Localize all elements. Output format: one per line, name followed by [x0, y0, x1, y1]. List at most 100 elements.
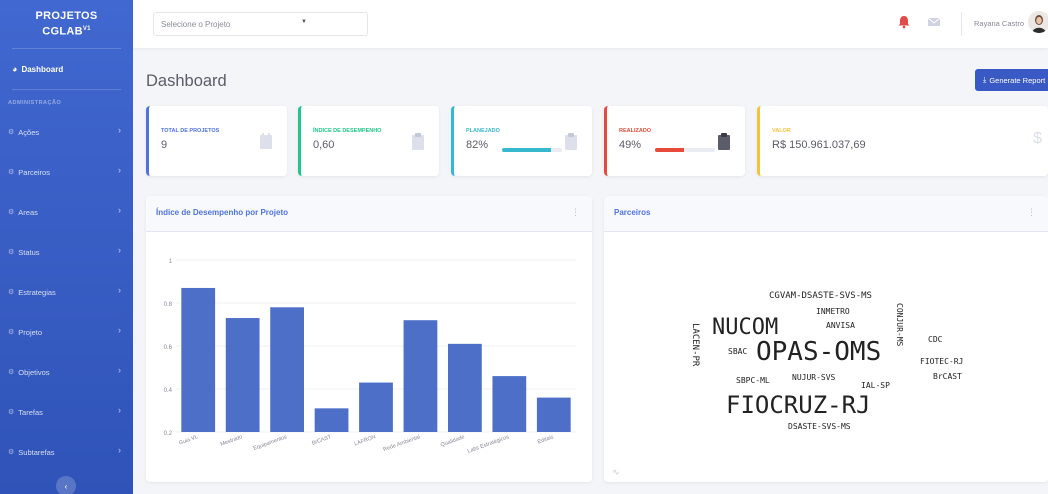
brand-logo[interactable]: PROJETOS CGLABV1 [0, 0, 133, 48]
x-tick-label: Rede Ambiental [383, 434, 422, 453]
panel-header: Índice de Desempenho por Projeto ⋮ [146, 196, 592, 232]
stat-label: VALOR [772, 128, 791, 134]
chevron-right-icon: › [118, 325, 121, 335]
generate-report-label: Generate Report [989, 75, 1046, 85]
sidebar-item-label: Parceiros [18, 167, 50, 177]
stat-value: 82% [466, 139, 489, 151]
partner-word: SBPC-ML [736, 376, 770, 385]
gear-icon: ⚙ [8, 169, 15, 176]
clipboard-icon [412, 133, 424, 150]
sidebar-item-subtarefas[interactable]: ⚙ Subtarefas › [0, 432, 133, 472]
sidebar-item-objetivos[interactable]: ⚙ Objetivos › [0, 352, 133, 392]
gear-icon: ⚙ [8, 249, 15, 256]
wave-icon: ∿ [612, 467, 620, 477]
bar[interactable] [492, 376, 527, 432]
partner-word: INMETRO [816, 307, 850, 316]
y-tick-label: 1 [169, 259, 173, 265]
stat-card-planejado: PLANEJADO 82% [451, 106, 592, 176]
user-name[interactable]: Rayana Castro [974, 19, 1024, 28]
progress-fill [502, 148, 552, 152]
stat-label: TOTAL DE PROJETOS [161, 128, 220, 134]
bar[interactable] [181, 287, 216, 432]
x-tick-label: Guia VL [178, 434, 199, 446]
stat-label: ÍNDICE DE DESEMPENHO [313, 128, 382, 134]
partner-word: IAL-SP [861, 381, 890, 390]
sidebar-item-projeto[interactable]: ⚙ Projeto › [0, 312, 133, 352]
y-tick-label: 0.2 [164, 431, 173, 437]
chevron-right-icon: › [118, 245, 121, 255]
gear-icon: ⚙ [8, 329, 15, 336]
progress-bar-planejado [502, 148, 562, 152]
sidebar-item-dashboard[interactable]: ◕ Dashboard [0, 49, 133, 89]
y-tick-label: 0.8 [164, 302, 173, 308]
chevron-right-icon: › [118, 285, 121, 295]
sidebar-item-label: Estrategias [18, 287, 56, 297]
gear-icon: ⚙ [8, 409, 15, 416]
stat-value: R$ 150.961.037,69 [772, 139, 866, 151]
sidebar-item-label: Dashboard [21, 64, 64, 74]
bar[interactable] [270, 307, 304, 432]
chevron-right-icon: › [118, 445, 121, 455]
stat-card-indice-desempenho: ÍNDICE DE DESEMPENHO 0,60 [298, 106, 439, 176]
caret-down-icon: ▼ [301, 19, 307, 25]
partner-word: LACEN-PR [690, 323, 700, 367]
y-tick-label: 0.6 [164, 345, 173, 351]
stat-card-realizado: REALIZADO 49% [604, 106, 745, 176]
sidebar-toggle-button[interactable]: ‹ [56, 476, 76, 494]
sidebar-heading: ADMINISTRAÇÃO [8, 100, 62, 106]
sidebar-item-status[interactable]: ⚙ Status › [0, 232, 133, 272]
bar[interactable] [225, 318, 260, 432]
sidebar-item-acoes[interactable]: ⚙ Ações › [0, 112, 133, 152]
sidebar-item-label: Projeto [18, 327, 43, 337]
word-cloud: CGVAM-DSASTE-SVS-MS INMETRO NUCOM ANVISA CON… [604, 196, 1048, 482]
stat-card-total-projetos: TOTAL DE PROJETOS 9 [146, 106, 287, 176]
avatar[interactable] [1028, 11, 1048, 33]
x-tick-label: Mestrado [220, 434, 244, 447]
brand-line1: PROJETOS [35, 9, 98, 22]
calendar-icon [260, 133, 272, 149]
gear-icon: ⚙ [8, 449, 15, 456]
partner-word: CONJUR-MS [895, 303, 904, 347]
stat-value: 0,60 [313, 139, 335, 151]
chart-panel: Índice de Desempenho por Projeto ⋮ 0.2 0.… [146, 196, 592, 482]
stat-label: REALIZADO [619, 128, 652, 134]
partner-word: FIOCRUZ-RJ [726, 391, 871, 419]
y-tick-label: 0.4 [164, 388, 173, 394]
clipboard-icon [565, 133, 577, 150]
messages-button[interactable] [927, 15, 941, 29]
topbar: Selecione o Projeto ▼ Rayana Castro [133, 0, 1048, 48]
partner-word: DSASTE-SVS-MS [788, 422, 851, 431]
brand-version: V1 [82, 25, 91, 32]
bar[interactable] [536, 397, 571, 432]
bar-chart: 0.2 0.4 0.6 0.8 1 Guia VL Mestrado Equipamentos… [164, 259, 576, 455]
chevron-left-icon: ‹ [64, 481, 68, 491]
partner-word: ANVISA [826, 321, 855, 330]
stat-label: PLANEJADO [466, 128, 500, 134]
dollar-icon: $ [1033, 130, 1042, 147]
sidebar-item-label: Areas [18, 207, 38, 217]
bar[interactable] [448, 343, 482, 432]
bar[interactable] [359, 382, 393, 432]
alerts-button[interactable] [897, 15, 911, 29]
project-select[interactable]: Selecione o Projeto ▼ [153, 12, 368, 36]
chevron-right-icon: › [118, 165, 121, 175]
bar[interactable] [314, 408, 349, 432]
partner-word: BrCAST [933, 372, 962, 381]
bar[interactable] [403, 320, 438, 432]
progress-bar-realizado [655, 148, 715, 152]
sidebar-item-estrategias[interactable]: ⚙ Estrategias › [0, 272, 133, 312]
chevron-right-icon: › [118, 365, 121, 375]
stat-value: 9 [161, 139, 168, 151]
partner-word: SBAC [728, 347, 748, 356]
sidebar-item-parceiros[interactable]: ⚙ Parceiros › [0, 152, 133, 192]
partner-word: CDC [928, 335, 943, 344]
sidebar-item-tarefas[interactable]: ⚙ Tarefas › [0, 392, 133, 432]
sidebar-item-label: Subtarefas [18, 447, 55, 457]
user-avatar-icon [1032, 15, 1046, 33]
generate-report-button[interactable]: ⤓ Generate Report [975, 69, 1048, 91]
panel-title: Índice de Desempenho por Projeto [156, 208, 289, 217]
more-options-icon[interactable]: ⋮ [571, 207, 580, 218]
sidebar-item-areas[interactable]: ⚙ Areas › [0, 192, 133, 232]
sidebar: PROJETOS CGLABV1 ◕ Dashboard ADMINISTRAÇ… [0, 0, 133, 494]
clipboard-icon [718, 133, 730, 150]
